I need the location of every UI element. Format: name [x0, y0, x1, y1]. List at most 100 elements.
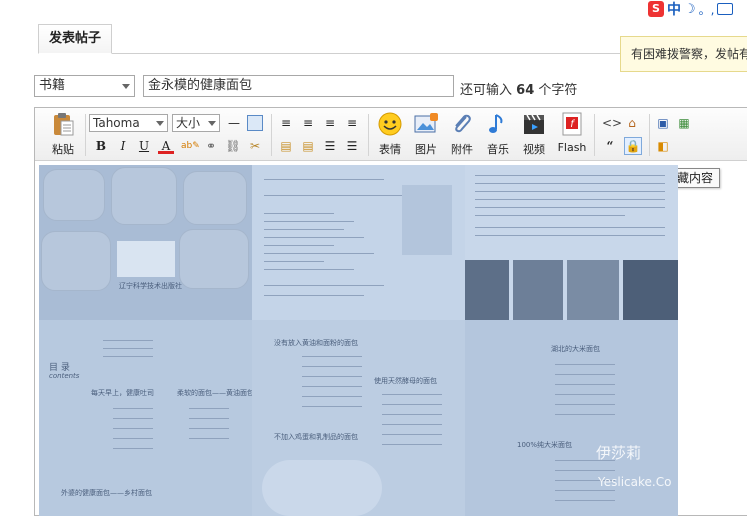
copyright-page: [252, 165, 465, 320]
unlink-icon[interactable]: ⛓: [225, 138, 241, 154]
text-line: [475, 227, 665, 228]
paperclip-icon: [455, 114, 471, 133]
flash-icon: f: [562, 112, 582, 136]
align-right-icon[interactable]: ≡: [322, 115, 338, 131]
font-family-select[interactable]: Tahoma: [89, 114, 168, 132]
sogou-logo-icon[interactable]: S: [648, 1, 664, 17]
unordered-list-icon[interactable]: ☰: [344, 138, 360, 154]
code-icon[interactable]: <>: [602, 115, 622, 131]
text-line: [264, 195, 404, 196]
text-line: [264, 237, 364, 238]
italic-button[interactable]: I: [115, 138, 131, 154]
emoji-button[interactable]: 表情: [373, 112, 407, 157]
hide-content-button[interactable]: 🔒: [624, 137, 642, 155]
text-line: [555, 364, 615, 365]
free-content-icon[interactable]: ⌂: [624, 115, 640, 131]
text-line: [113, 408, 153, 409]
image-button[interactable]: 图片: [409, 112, 443, 157]
text-line: [264, 213, 334, 214]
link-icon[interactable]: ⚭: [203, 138, 219, 154]
font-color-button[interactable]: A: [158, 138, 174, 154]
text-line: [264, 229, 344, 230]
text-line: [382, 424, 442, 425]
video-button[interactable]: 视频: [517, 112, 551, 157]
watermark-cn: 伊莎莉: [596, 444, 642, 462]
text-line: [189, 428, 229, 429]
save-draft-icon[interactable]: ▦: [676, 115, 692, 131]
music-note-icon: [489, 114, 503, 133]
bread-illustration: [262, 460, 382, 516]
subject-input[interactable]: 金永模的健康面包: [143, 75, 454, 97]
page-icon[interactable]: ▣: [655, 115, 671, 131]
attach-button[interactable]: 附件: [445, 112, 479, 157]
baker-photo: [623, 260, 678, 320]
text-line: [113, 418, 153, 419]
toolbar-separator: [594, 114, 595, 156]
text-line: [302, 376, 362, 377]
text-line: [555, 374, 615, 375]
tab-new-post[interactable]: 发表帖子: [38, 24, 112, 54]
text-line: [302, 366, 362, 367]
video-label: 视频: [523, 143, 545, 156]
text-line: [555, 404, 615, 405]
text-line: [113, 428, 153, 429]
text-line: [302, 406, 362, 407]
bread-loaf: [43, 169, 105, 221]
toc-section-3: 外婆的健康面包——乡村面包: [61, 489, 152, 497]
bread-loaf: [179, 229, 249, 289]
text-line: [264, 261, 324, 262]
template-icon[interactable]: ◧: [655, 138, 671, 154]
text-line: [103, 356, 153, 357]
ime-mode-label[interactable]: 中: [667, 0, 681, 19]
baker-photo: [465, 260, 509, 320]
paste-button[interactable]: 粘贴: [43, 112, 83, 157]
category-select[interactable]: 书籍: [34, 75, 135, 97]
ordered-list-icon[interactable]: ☰: [322, 138, 338, 154]
text-line: [189, 438, 229, 439]
flash-button[interactable]: f Flash: [554, 112, 590, 154]
underline-button[interactable]: U: [136, 138, 152, 154]
toc-section-5: 使用天然酵母的面包: [374, 377, 437, 385]
float-right-icon[interactable]: ▤: [300, 138, 316, 154]
text-line: [382, 404, 442, 405]
highlight-icon[interactable]: ab✎: [181, 138, 200, 154]
emoji-label: 表情: [379, 143, 401, 156]
table-icon[interactable]: [247, 115, 263, 131]
text-line: [475, 183, 665, 184]
font-size-select[interactable]: 大小: [172, 114, 220, 132]
toolbar-separator: [271, 114, 272, 156]
image-label: 图片: [415, 143, 437, 156]
text-line: [264, 221, 354, 222]
chevron-down-icon: [208, 121, 216, 126]
music-button[interactable]: 音乐: [481, 112, 515, 157]
moon-icon[interactable]: ☽: [684, 2, 696, 17]
chevron-down-icon: [122, 84, 130, 89]
ime-toolbar[interactable]: S 中 ☽ 。,: [648, 0, 734, 19]
horizontal-rule-icon[interactable]: —: [226, 115, 242, 131]
clear-format-icon[interactable]: ✂: [247, 138, 263, 154]
paste-label: 粘贴: [52, 143, 74, 156]
bold-button[interactable]: B: [93, 138, 109, 154]
align-justify-icon[interactable]: ≡: [344, 115, 360, 131]
chevron-down-icon: [156, 121, 164, 126]
text-line: [475, 235, 665, 236]
picture-icon: [414, 113, 438, 133]
toc-page-1: 目 录 contents 每天早上，健康吐司 柔软的面包——黄油面包卷 外婆的健…: [39, 320, 261, 516]
clipboard-icon: [54, 113, 74, 136]
punct-icon[interactable]: 。,: [699, 1, 715, 18]
editor-toolbar: 粘贴 Tahoma 大小 — B I U A ab✎ ⚭ ⛓ ✂ ≡ ≡ ≡ ≡…: [35, 108, 747, 161]
font-family-value: Tahoma: [93, 116, 140, 130]
text-line: [475, 207, 665, 208]
text-line: [555, 414, 615, 415]
bread-loaf: [183, 171, 247, 225]
post-content-image: 辽宁科学技术出版社 目 录 contents 每天早上，健康吐司 柔软的面包——…: [39, 165, 678, 516]
align-left-icon[interactable]: ≡: [278, 115, 294, 131]
keyboard-icon[interactable]: [717, 3, 734, 15]
category-value: 书籍: [39, 78, 66, 93]
bread-loaf: [111, 167, 177, 225]
text-line: [113, 438, 153, 439]
smiley-icon: [378, 112, 402, 136]
quote-button[interactable]: “: [602, 138, 618, 154]
float-left-icon[interactable]: ▤: [278, 138, 294, 154]
align-center-icon[interactable]: ≡: [300, 115, 316, 131]
